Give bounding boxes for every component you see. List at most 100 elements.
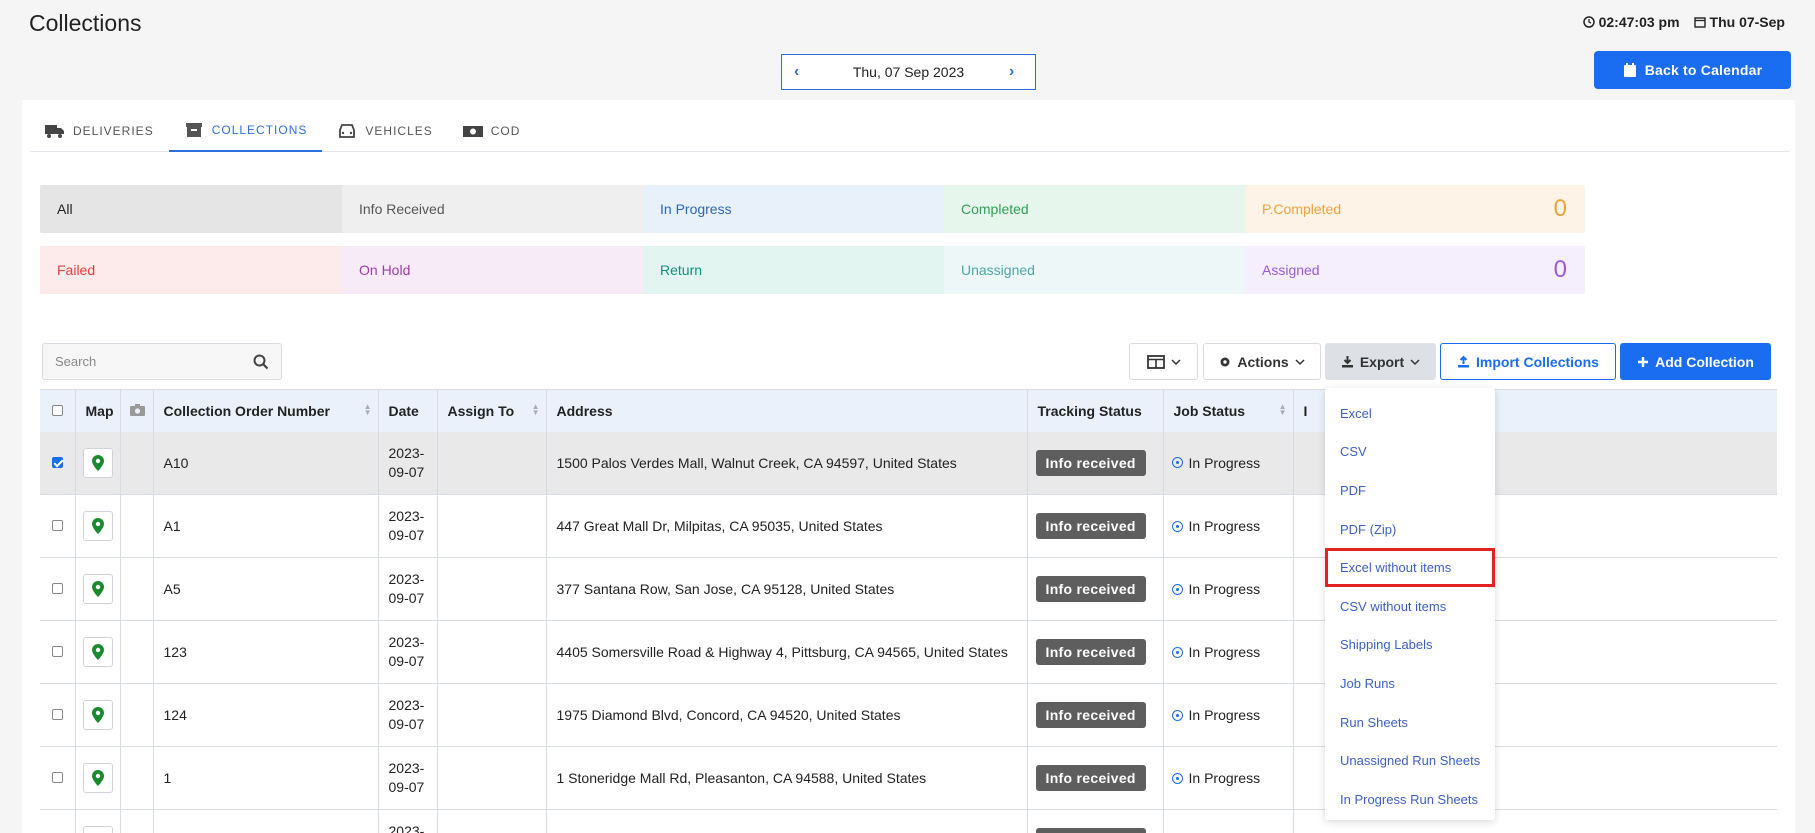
assign-to-cell[interactable] — [437, 620, 547, 684]
stat-card-failed[interactable]: Failed0 — [40, 246, 380, 294]
map-button[interactable] — [82, 574, 113, 604]
add-collection-button[interactable]: Add Collection — [1620, 343, 1771, 380]
header-date[interactable]: Date — [378, 389, 438, 432]
stat-label: Assigned — [1262, 262, 1320, 278]
import-collections-button[interactable]: Import Collections — [1440, 343, 1616, 380]
back-to-calendar-button[interactable]: Back to Calendar — [1594, 51, 1791, 89]
money-icon — [462, 126, 483, 137]
address-cell: 1975 Diamond Blvd, Concord, CA 94520, Un… — [546, 683, 1028, 747]
export-option-in-progress-run-sheets[interactable]: In Progress Run Sheets — [1325, 780, 1495, 819]
map-button[interactable] — [82, 511, 113, 541]
assign-to-cell[interactable] — [437, 746, 547, 810]
prev-day-icon[interactable]: ‹ — [794, 63, 808, 81]
stat-card-all[interactable]: All8 — [40, 185, 380, 233]
map-pin-icon — [91, 581, 104, 597]
header-photo — [120, 389, 154, 432]
next-day-icon[interactable]: › — [1009, 63, 1023, 81]
header-job-status[interactable]: Job Status ▲ ▼ — [1163, 389, 1294, 432]
table-row[interactable]: A5 2023- 09-07 377 Santana Row, San Jose, C… — [40, 557, 1777, 621]
table-row[interactable]: A10 2023- 09-07 1500 Palos Verdes Mall, Wal… — [40, 431, 1777, 495]
export-option-csv-without-items[interactable]: CSV without items — [1325, 587, 1495, 626]
export-option-excel[interactable]: Excel — [1325, 394, 1495, 433]
table-row[interactable]: 123 2023- 09-07 4405 Somersville Road & Hig… — [40, 620, 1777, 684]
order-number[interactable]: 124 — [153, 683, 379, 747]
tab-collections[interactable]: COLLECTIONS — [168, 110, 323, 152]
assign-to-cell[interactable] — [437, 431, 547, 495]
photo-cell — [120, 683, 154, 747]
map-button[interactable] — [82, 637, 113, 667]
actions-button[interactable]: Actions — [1203, 343, 1321, 380]
export-button[interactable]: Export — [1325, 343, 1436, 380]
order-number[interactable]: A10 — [153, 431, 379, 495]
stat-card-completed[interactable]: Completed0 — [944, 185, 1284, 233]
status-dot-icon — [1171, 520, 1183, 532]
status-dot-icon — [1171, 646, 1183, 658]
map-pin-icon — [91, 644, 104, 660]
header-address[interactable]: Address — [546, 389, 1028, 432]
order-number[interactable]: 2 — [153, 809, 379, 833]
header-assign-to[interactable]: Assign To ▲ ▼ — [437, 389, 547, 432]
back-to-calendar-label: Back to Calendar — [1644, 62, 1763, 78]
export-option-csv[interactable]: CSV — [1325, 433, 1495, 472]
export-option-pdf[interactable]: PDF — [1325, 471, 1495, 510]
map-button[interactable] — [82, 826, 113, 833]
row-checkbox[interactable] — [52, 709, 63, 720]
assign-to-cell[interactable] — [437, 494, 547, 558]
select-all-checkbox[interactable] — [52, 404, 63, 416]
table-row[interactable]: 124 2023- 09-07 1975 Diamond Blvd, Concord,… — [40, 683, 1777, 747]
row-checkbox[interactable] — [52, 772, 63, 783]
tab-vehicles[interactable]: VEHICLES — [322, 110, 447, 152]
search-icon[interactable] — [253, 354, 269, 370]
table-row[interactable]: 1 2023- 09-07 1 Stoneridge Mall Rd, Pleasan… — [40, 746, 1777, 810]
assign-to-cell[interactable] — [437, 809, 547, 833]
tab-cod[interactable]: COD — [448, 110, 536, 152]
export-option-job-runs[interactable]: Job Runs — [1325, 664, 1495, 703]
search-input[interactable] — [55, 354, 253, 369]
tracking-status-badge: Info received — [1035, 449, 1146, 476]
column-toggle-button[interactable] — [1129, 343, 1198, 380]
map-pin-icon — [91, 454, 104, 471]
table-row[interactable]: A1 2023- 09-07 447 Great Mall Dr, Milpitas,… — [40, 494, 1777, 558]
stat-card-return[interactable]: Return0 — [643, 246, 983, 294]
export-option-unassigned-run-sheets[interactable]: Unassigned Run Sheets — [1325, 741, 1495, 780]
order-number[interactable]: 123 — [153, 620, 379, 684]
selected-date[interactable]: Thu, 07 Sep 2023 — [853, 64, 964, 80]
map-button[interactable] — [82, 447, 113, 478]
row-checkbox[interactable] — [52, 583, 63, 594]
calendar-icon — [1623, 62, 1636, 77]
date-cell: 2023-09-07 — [378, 683, 438, 747]
order-number[interactable]: A1 — [153, 494, 379, 558]
stat-card-on-hold[interactable]: On Hold0 — [342, 246, 682, 294]
export-option-run-sheets[interactable]: Run Sheets — [1325, 703, 1495, 742]
header-order-number[interactable]: Collection Order Number ▲ ▼ — [153, 389, 379, 432]
gear-icon — [1220, 357, 1230, 366]
map-button[interactable] — [82, 700, 113, 730]
stat-card-info-received[interactable]: Info Received0 — [342, 185, 682, 233]
row-checkbox[interactable] — [52, 646, 63, 657]
assign-to-cell[interactable] — [437, 683, 547, 747]
calendar-icon — [1693, 17, 1706, 28]
export-option-pdf-zip[interactable]: PDF (Zip) — [1325, 510, 1495, 549]
stat-label: P.Completed — [1262, 201, 1342, 217]
job-status: In Progress — [1171, 518, 1285, 534]
export-option-excel-without-items[interactable]: Excel without items — [1325, 548, 1495, 587]
stat-label: Completed — [961, 201, 1029, 217]
header-tracking-status[interactable]: Tracking Status — [1027, 389, 1164, 432]
tracking-status-badge: Info received — [1035, 828, 1146, 833]
stat-label: Unassigned — [961, 262, 1035, 278]
export-option-shipping-labels[interactable]: Shipping Labels — [1325, 626, 1495, 665]
stat-card-unassigned[interactable]: Unassigned8 — [944, 246, 1284, 294]
date-navigator: ‹ Thu, 07 Sep 2023 › — [781, 54, 1036, 90]
assign-to-cell[interactable] — [437, 557, 547, 621]
row-checkbox[interactable] — [52, 456, 63, 468]
order-number[interactable]: A5 — [153, 557, 379, 621]
stat-card-in-progress[interactable]: In Progress8 — [643, 185, 983, 233]
map-button[interactable] — [82, 763, 113, 793]
stat-card-assigned[interactable]: Assigned 0 — [1245, 246, 1585, 294]
row-checkbox[interactable] — [52, 520, 63, 531]
job-status: In Progress — [1171, 455, 1285, 471]
stat-card-p-completed[interactable]: P.Completed 0 — [1245, 185, 1585, 233]
tab-deliveries[interactable]: DELIVERIES — [30, 110, 169, 152]
order-number[interactable]: 1 — [153, 746, 379, 810]
table-row[interactable]: 22023-09-07 43440 Boscell Rd, Fremont, CA… — [40, 809, 1777, 833]
